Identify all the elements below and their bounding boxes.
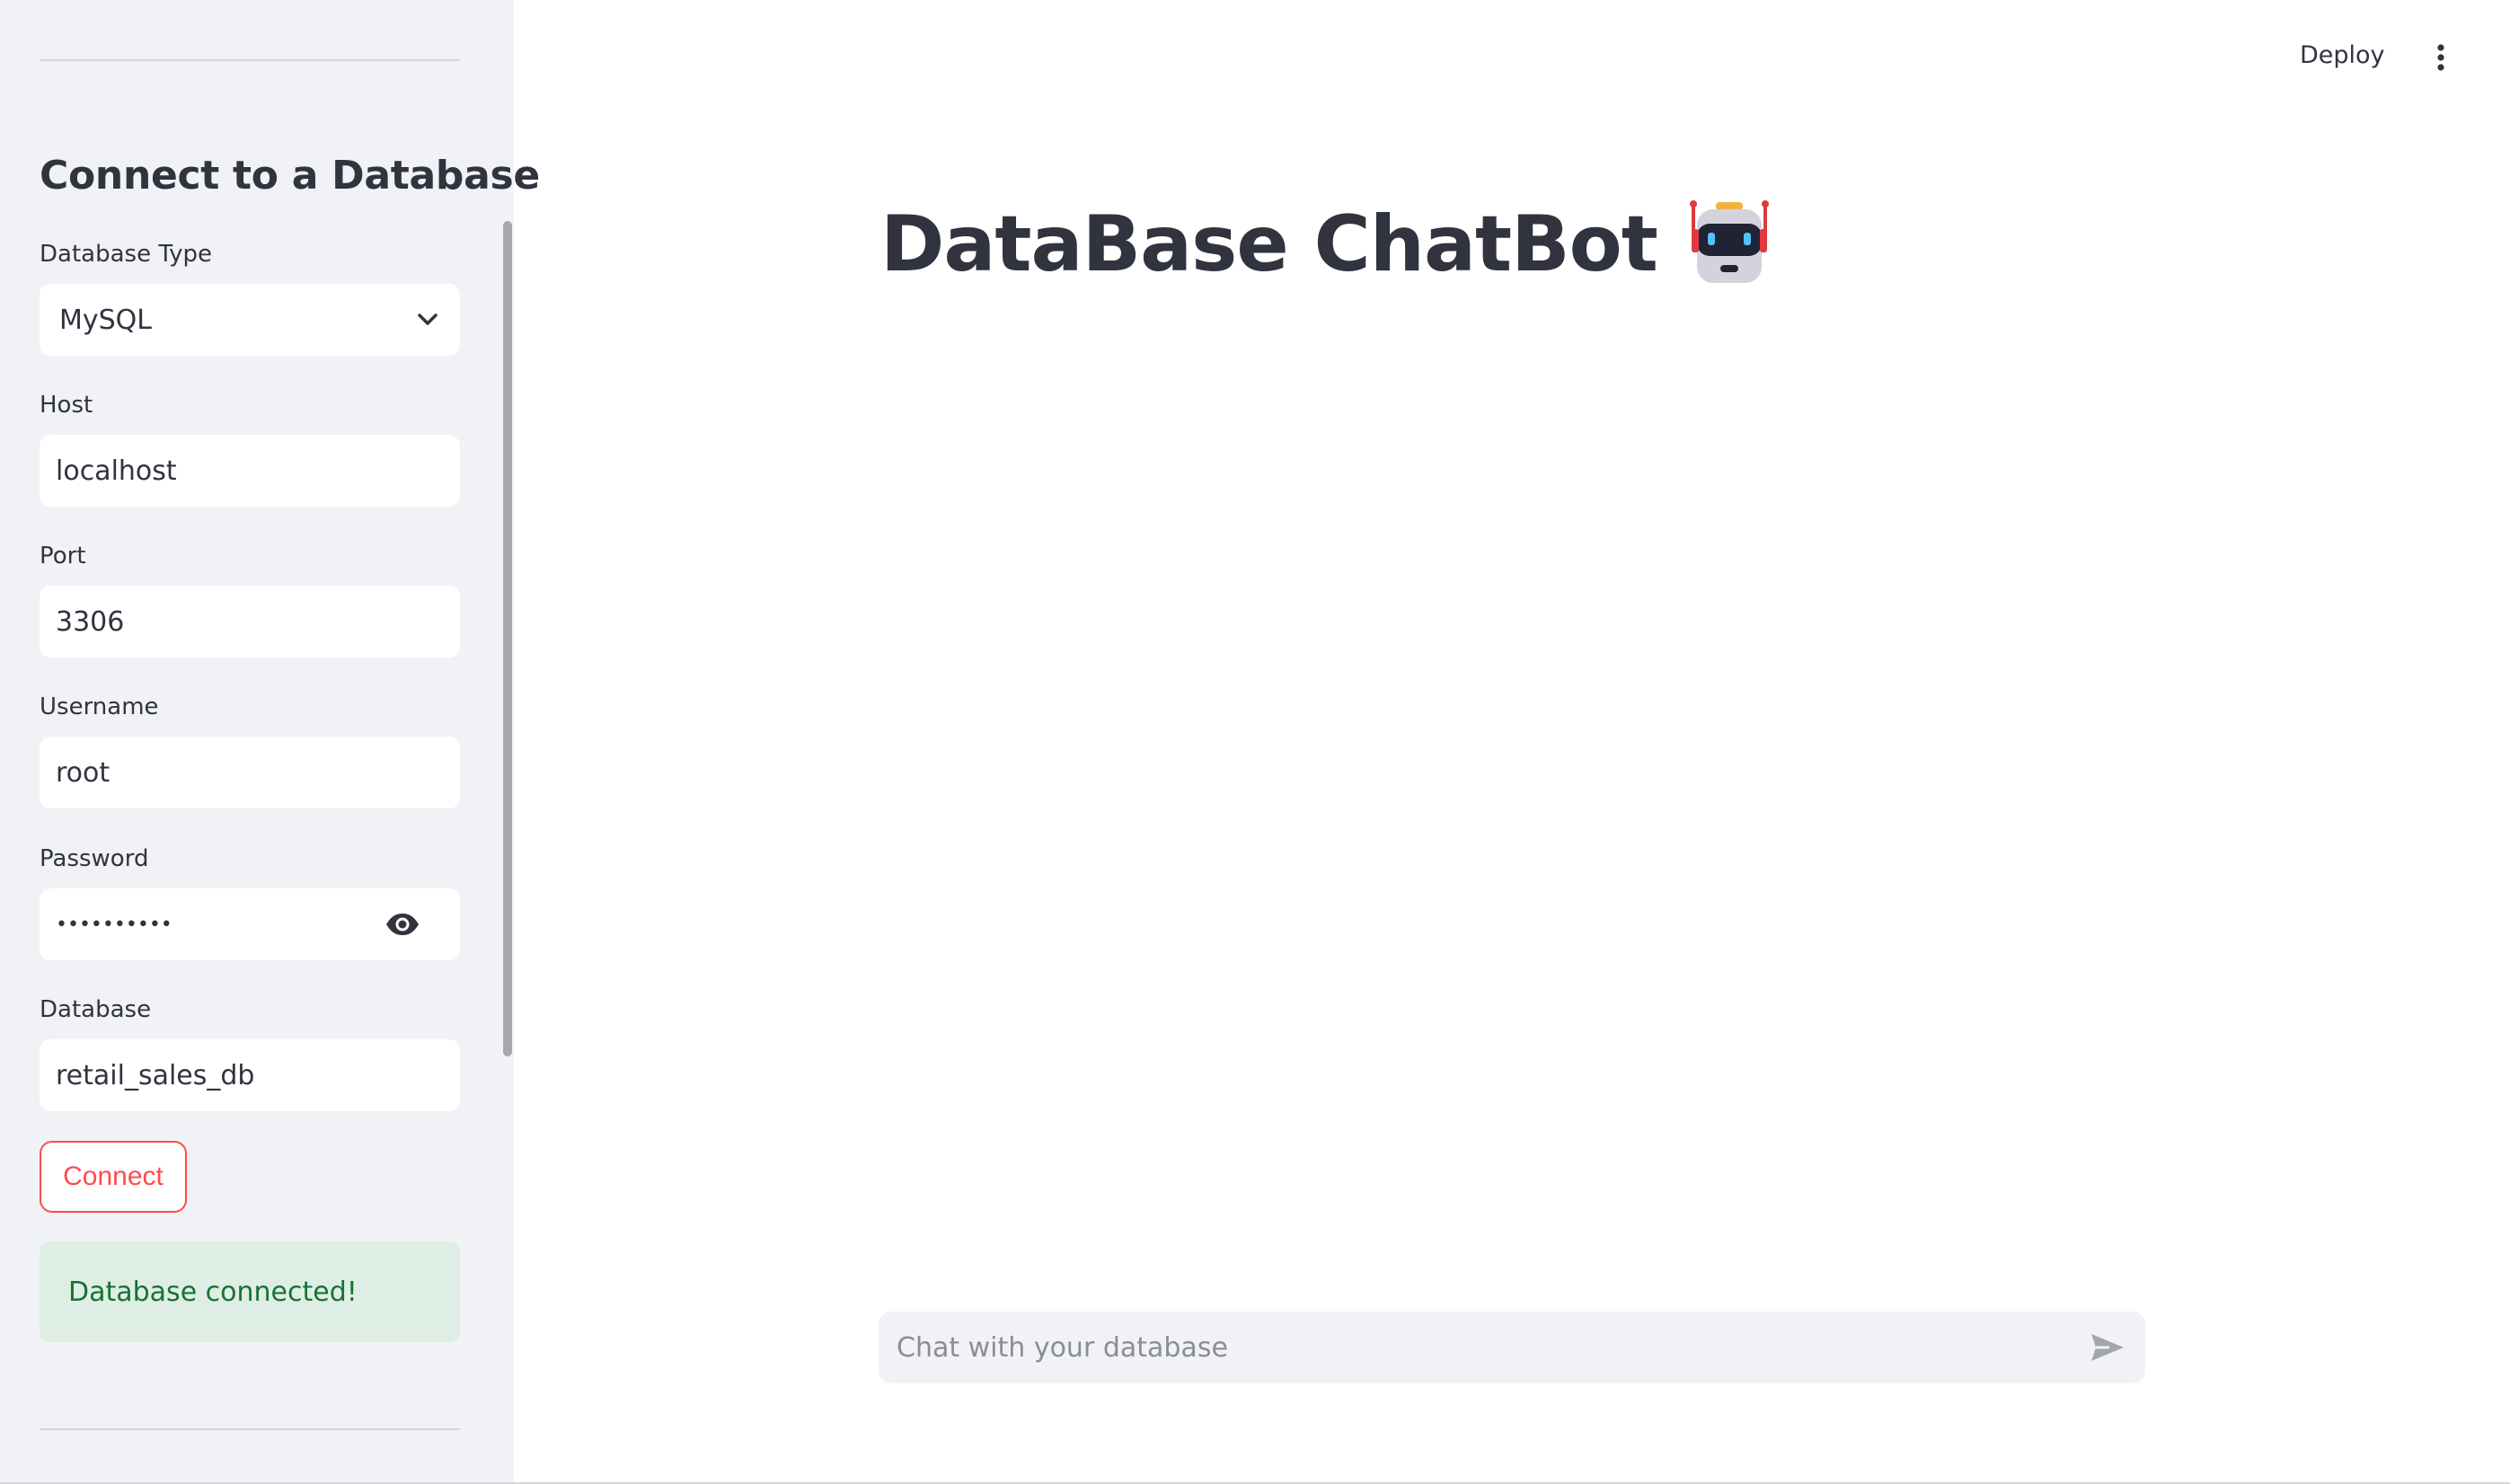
page-title: DataBase ChatBot — [880, 199, 1774, 289]
password-label: Password — [40, 845, 149, 872]
database-field[interactable]: retail_sales_db — [40, 1039, 460, 1111]
chat-input[interactable] — [897, 1331, 2088, 1364]
host-field[interactable]: localhost — [40, 435, 460, 507]
host-label: Host — [40, 392, 93, 419]
sidebar-divider-bottom — [40, 1428, 460, 1430]
port-label: Port — [40, 543, 86, 570]
page-title-text: DataBase ChatBot — [880, 199, 1658, 289]
connect-button[interactable]: Connect — [40, 1141, 187, 1213]
database-label: Database — [40, 996, 152, 1023]
chat-input-container — [879, 1312, 2145, 1383]
sidebar-heading: Connect to a Database — [40, 153, 540, 199]
username-value: root — [56, 756, 110, 789]
port-value: 3306 — [56, 605, 125, 638]
chevron-down-icon — [415, 307, 440, 332]
app-window: Connect to a Database Database Type MySQ… — [0, 0, 2510, 1484]
vertical-dots-icon[interactable] — [2427, 40, 2454, 75]
success-alert: Database connected! — [40, 1241, 460, 1342]
sidebar-scrollbar[interactable] — [503, 221, 512, 1056]
database-value: retail_sales_db — [56, 1059, 255, 1091]
robot-icon — [1684, 197, 1774, 287]
deploy-button[interactable]: Deploy — [2300, 41, 2385, 69]
password-value: •••••••••• — [56, 913, 172, 936]
username-field[interactable]: root — [40, 737, 460, 808]
sidebar-divider-top — [40, 59, 460, 61]
send-icon[interactable] — [2088, 1328, 2127, 1367]
sidebar: Connect to a Database Database Type MySQ… — [0, 0, 540, 1484]
db-type-label: Database Type — [40, 241, 213, 268]
success-message: Database connected! — [68, 1276, 358, 1308]
username-label: Username — [40, 693, 159, 720]
eye-icon[interactable] — [383, 905, 422, 944]
db-type-value: MySQL — [59, 304, 153, 336]
db-type-select[interactable]: MySQL — [40, 284, 460, 356]
password-field[interactable]: •••••••••• — [40, 888, 460, 960]
host-value: localhost — [56, 455, 177, 487]
port-field[interactable]: 3306 — [40, 586, 460, 658]
